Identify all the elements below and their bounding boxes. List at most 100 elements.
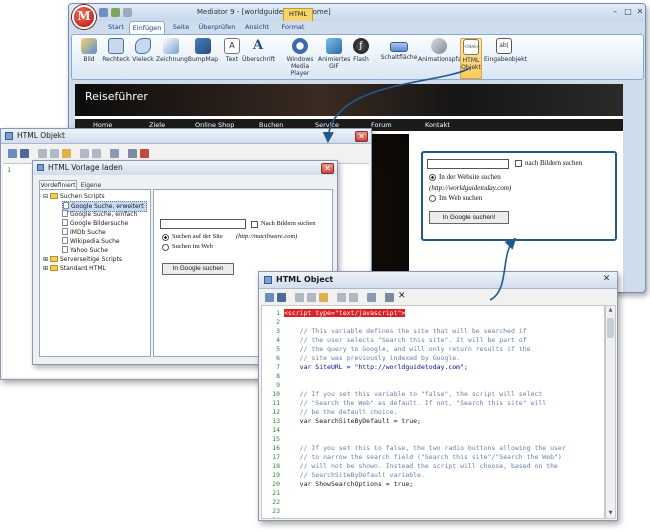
bumpmap-icon xyxy=(195,38,211,54)
polygon-icon xyxy=(135,38,151,54)
line-number: 11 xyxy=(272,399,280,407)
undo-icon[interactable] xyxy=(80,149,89,158)
tree-item[interactable]: IMDb Suche xyxy=(62,228,106,237)
line-number: 21 xyxy=(272,489,280,497)
tree-item[interactable]: Yahoo Suche xyxy=(62,246,108,255)
open-icon[interactable] xyxy=(265,293,274,302)
insert-icon[interactable] xyxy=(385,293,394,302)
tab-start[interactable]: Start xyxy=(105,21,127,34)
vorlage-close-icon[interactable]: ✕ xyxy=(321,163,334,174)
animation-path-icon xyxy=(431,38,447,54)
preview-image-label: Nach Bildern suchen xyxy=(261,220,316,227)
maximize-icon[interactable]: □ xyxy=(622,7,634,17)
preview-image-checkbox[interactable] xyxy=(251,221,258,228)
tree-folder-serverseitig[interactable]: ⊞ Serverseitige Scripts xyxy=(43,256,122,264)
bild-button[interactable]: Bild xyxy=(76,38,102,79)
html-object-code-window: HTML Object ✕ ✕ 1 <script type="text/java… xyxy=(258,271,618,521)
context-tab-html[interactable]: HTML xyxy=(283,8,313,21)
line-number: 2 xyxy=(276,318,280,326)
tab-seite[interactable]: Seite xyxy=(169,21,193,34)
image-icon xyxy=(81,38,97,54)
undo-icon[interactable] xyxy=(337,293,346,302)
text-button[interactable]: A Text xyxy=(222,38,242,79)
schaltflaeche-button[interactable]: Schaltfläche xyxy=(380,38,418,79)
search-input[interactable] xyxy=(427,159,509,169)
minimize-icon[interactable]: – xyxy=(609,7,621,17)
site-url: (http://worldguidetoday.com) xyxy=(429,184,512,192)
insert-icon[interactable] xyxy=(128,149,137,158)
tab-ansicht[interactable]: Ansicht xyxy=(241,21,273,34)
code-editor[interactable]: 1 <script type="text/javascript"> 2 3 // Th… xyxy=(261,305,605,519)
document-icon xyxy=(62,246,68,253)
title-bar: Mediator 9 - [worldguide.md8 - Rome] HTM… xyxy=(69,4,645,21)
template-icon[interactable] xyxy=(110,149,119,158)
ueberschrift-button[interactable]: A Überschrift xyxy=(242,38,275,79)
tab-ueberpruefen[interactable]: Überprüfen xyxy=(197,21,237,34)
copy-icon[interactable] xyxy=(50,149,59,158)
code-scrollbar[interactable]: ▲ ▼ xyxy=(605,305,616,519)
paste-icon[interactable] xyxy=(62,149,71,158)
tree-item[interactable]: Google Suche, einfach xyxy=(62,210,137,219)
document-icon xyxy=(62,210,68,217)
html-objekt-button[interactable]: <html> HTML Objekt xyxy=(460,38,482,79)
tree-item[interactable]: Wikipedia Suche xyxy=(62,237,120,246)
radio-web[interactable] xyxy=(429,195,436,202)
scroll-up-icon[interactable]: ▲ xyxy=(607,307,614,314)
open-icon[interactable] xyxy=(8,149,17,158)
preview-radio-web[interactable] xyxy=(162,244,169,251)
zeichnung-button[interactable]: Zeichnung xyxy=(156,38,188,79)
animiertes-gif-button[interactable]: Animiertes GIF xyxy=(318,38,350,79)
save-icon[interactable] xyxy=(277,293,286,302)
save-icon[interactable] xyxy=(20,149,29,158)
redo-icon[interactable] xyxy=(92,149,101,158)
preview-site-url: (http://macthware.com) xyxy=(236,233,298,240)
rechteck-button[interactable]: Rechteck xyxy=(102,38,130,79)
preview-search-input[interactable] xyxy=(160,219,246,229)
paste-icon[interactable] xyxy=(319,293,328,302)
eingabeobjekt-button[interactable]: ab| Eingabeobjekt xyxy=(484,38,527,79)
tree-folder-standard[interactable]: ⊞ Standard HTML xyxy=(43,265,106,273)
line-number: 23 xyxy=(272,507,280,515)
bumpmap-button[interactable]: BumpMap xyxy=(186,38,220,79)
code-line: // the user selects "Search this site". … xyxy=(284,336,527,344)
tree-item[interactable]: Google Bildersuche xyxy=(62,219,128,228)
scroll-thumb[interactable] xyxy=(607,318,614,338)
delete-icon[interactable]: ✕ xyxy=(398,291,406,301)
media-player-button[interactable]: Windows Media Player xyxy=(282,38,318,79)
image-search-checkbox[interactable] xyxy=(515,160,522,167)
preview-google-button[interactable]: In Google suchen xyxy=(162,263,234,275)
template-icon[interactable] xyxy=(367,293,376,302)
vieleck-button[interactable]: Vieleck xyxy=(130,38,156,79)
dropdown-icon[interactable] xyxy=(123,8,132,17)
template-tree: ⊟ Suchen Scripts Google Suche, erweitert… xyxy=(39,189,151,357)
line-number: 3 xyxy=(276,327,280,335)
copy-icon[interactable] xyxy=(307,293,316,302)
cut-icon[interactable] xyxy=(38,149,47,158)
cut-icon[interactable] xyxy=(295,293,304,302)
scroll-down-icon[interactable]: ▼ xyxy=(607,510,614,517)
undo-icon[interactable] xyxy=(111,8,120,17)
close-icon[interactable]: ✕ xyxy=(634,7,645,17)
code-line: // to narrow the search field ("Search t… xyxy=(284,453,562,461)
document-icon xyxy=(62,219,68,226)
tree-folder-suchen[interactable]: ⊟ Suchen Scripts xyxy=(43,193,105,201)
nav-kontakt[interactable]: Kontakt xyxy=(425,119,450,131)
tab-format[interactable]: Format xyxy=(277,21,309,34)
delete-icon[interactable] xyxy=(140,149,149,158)
code-close-icon[interactable]: ✕ xyxy=(600,275,613,286)
radio-site[interactable] xyxy=(429,174,436,181)
flash-button[interactable]: ƒ Flash xyxy=(350,38,372,79)
heading-icon: A xyxy=(252,38,264,53)
tab-einfuegen[interactable]: Einfügen xyxy=(129,21,165,34)
google-search-button[interactable]: In Google suchen! xyxy=(429,211,509,224)
objekt-close-icon[interactable]: ✕ xyxy=(355,131,368,142)
redo-icon[interactable] xyxy=(349,293,358,302)
nav-forum[interactable]: Forum xyxy=(371,119,392,131)
code-line: // This variable defines the site that w… xyxy=(284,327,527,335)
line-number: 9 xyxy=(276,381,280,389)
preview-radio-site[interactable] xyxy=(162,234,169,241)
code-title: HTML Object xyxy=(276,275,334,284)
animated-gif-icon xyxy=(326,38,342,54)
animationspfad-button[interactable]: Animationspfad xyxy=(418,38,465,79)
save-icon[interactable] xyxy=(99,8,108,17)
